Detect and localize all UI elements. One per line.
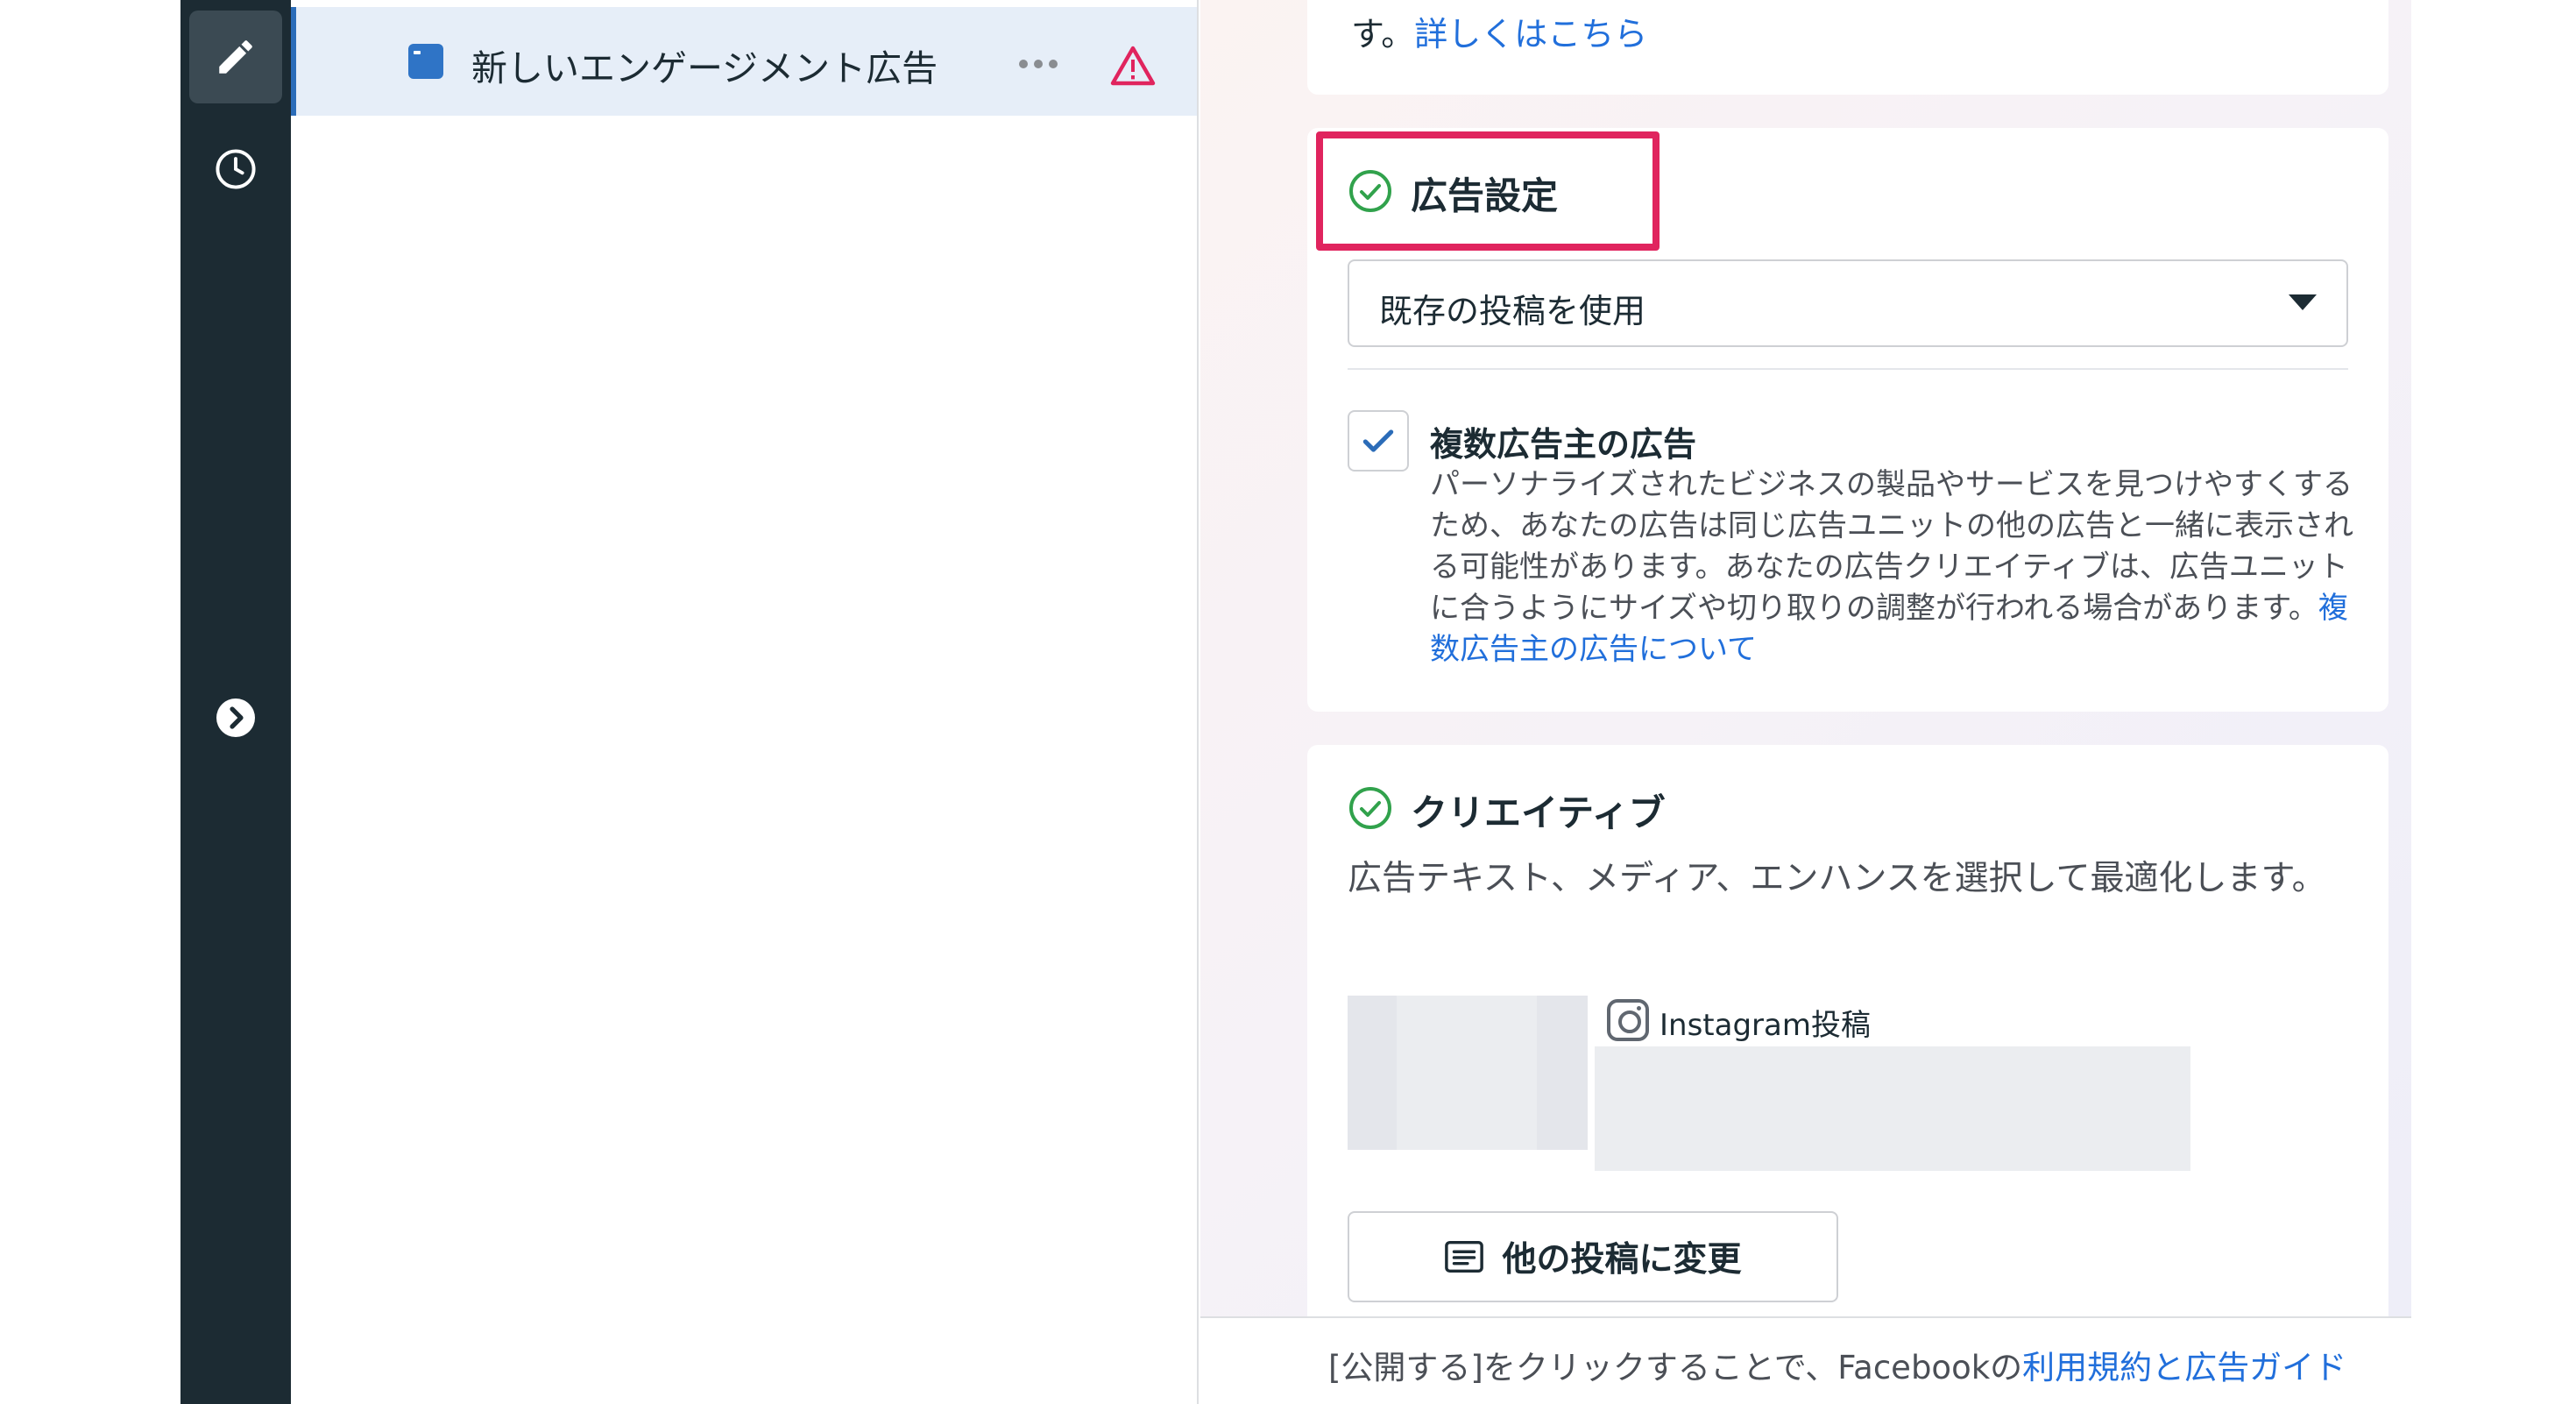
- post-type-label: Instagram投稿: [1660, 1008, 1871, 1043]
- publish-footer: [公開する]をクリックすることで、Facebookの利用規約と広告ガイド: [1200, 1316, 2411, 1404]
- tree-item-ad[interactable]: 新しいエンゲージメント広告: [291, 7, 1197, 116]
- left-rail: [180, 0, 291, 1404]
- learn-more-link[interactable]: 詳しくはこちら: [1414, 15, 1647, 53]
- clock-icon: [216, 149, 256, 189]
- expand-panel-button[interactable]: [189, 671, 282, 764]
- pencil-icon: [219, 40, 252, 74]
- ad-settings-card: 広告設定 既存の投稿を使用 複数広告主の広告 パーソナライズされたビジネスの製品…: [1307, 128, 2388, 712]
- post-source-select[interactable]: 既存の投稿を使用: [1348, 259, 2348, 347]
- post-source-value: 既存の投稿を使用: [1379, 292, 1646, 330]
- creative-description: 広告テキスト、メディア、エンハンスを選択して最適化します。: [1348, 859, 2326, 898]
- multi-advertiser-checkbox[interactable]: [1348, 410, 1409, 472]
- multi-advertiser-title: 複数広告主の広告: [1430, 425, 1697, 464]
- ad-editor: す。詳しくはこちら 広告設定 既存の投稿を使用 複数広告主の広告 パーソナライズ…: [1200, 0, 2411, 1316]
- change-post-button[interactable]: 他の投稿に変更: [1348, 1211, 1838, 1302]
- edit-button[interactable]: [189, 11, 282, 103]
- chevron-right-circle-icon: [216, 698, 255, 737]
- dropdown-arrow-icon: [2289, 294, 2317, 310]
- check-circle-icon: [1349, 787, 1391, 829]
- ad-name: 新しいエンゲージメント広告: [471, 47, 938, 89]
- checkmark-icon: [1362, 429, 1394, 452]
- change-post-label: 他の投稿に変更: [1502, 1240, 1742, 1280]
- campaign-tree-panel: 新しいエンゲージメント広告: [291, 0, 1199, 1404]
- terms-link[interactable]: 利用規約と広告ガイド: [2022, 1349, 2346, 1386]
- post-thumbnail: [1348, 996, 1588, 1150]
- post-list-icon: [1445, 1240, 1484, 1273]
- divider: [1348, 368, 2348, 370]
- more-horizontal-icon[interactable]: [1008, 33, 1069, 95]
- creative-card: クリエイティブ 広告テキスト、メディア、エンハンスを選択して最適化します。 In…: [1307, 745, 2388, 1316]
- ad-settings-title: 広告設定: [1411, 174, 1559, 217]
- info-card: す。詳しくはこちら: [1307, 0, 2388, 95]
- ad-icon: [408, 44, 443, 79]
- post-preview-placeholder: [1595, 1046, 2190, 1171]
- terms-text: [公開する]をクリックすることで、Facebookの利用規約と広告ガイド: [1328, 1349, 2347, 1386]
- info-text: す。詳しくはこちら: [1351, 15, 1648, 53]
- check-circle-icon: [1349, 170, 1391, 212]
- warning-triangle-icon[interactable]: [1102, 35, 1164, 96]
- creative-title: クリエイティブ: [1411, 791, 1666, 834]
- history-button[interactable]: [189, 123, 282, 216]
- multi-advertiser-description: パーソナライズされたビジネスの製品やサービスを見つけやすくするため、あなたの広告…: [1430, 467, 2353, 667]
- instagram-icon: [1607, 999, 1649, 1041]
- post-thumbnail-inner: [1397, 996, 1537, 1150]
